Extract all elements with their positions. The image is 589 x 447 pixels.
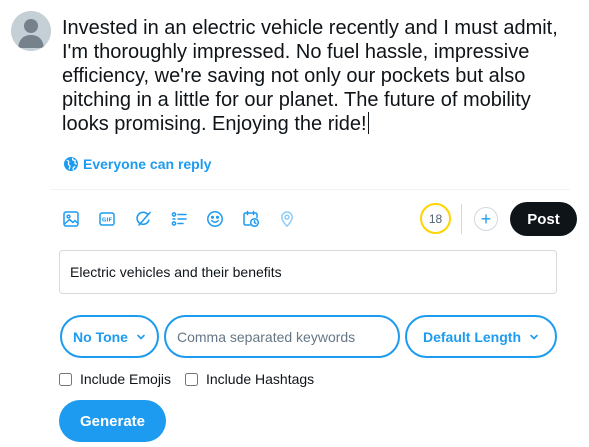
include-hashtags-option[interactable]: Include Hashtags [185,371,314,387]
gif-icon[interactable]: GIF [96,208,118,230]
tone-select[interactable]: No Tone [60,315,159,358]
tone-select-label: No Tone [73,328,128,345]
length-select[interactable]: Default Length [405,315,557,358]
post-button[interactable]: Post [510,202,577,236]
include-hashtags-label: Include Hashtags [206,371,315,387]
keywords-input[interactable] [164,315,400,358]
include-hashtags-checkbox[interactable] [185,372,198,386]
chevron-down-icon [530,334,538,339]
reply-setting-label: Everyone can reply [83,156,212,172]
grok-icon[interactable] [132,208,154,230]
include-emojis-option[interactable]: Include Emojis [59,371,171,387]
globe-icon [64,157,78,171]
add-post-button[interactable]: + [474,207,498,231]
include-emojis-checkbox[interactable] [59,372,72,386]
character-counter: 18 [420,203,451,234]
toolbar-separator [461,204,462,234]
default-avatar-icon [11,11,51,51]
poll-icon[interactable] [168,208,190,230]
compose-textarea[interactable]: Invested in an electric vehicle recently… [62,16,582,136]
compose-divider [50,189,570,190]
emoji-icon[interactable] [204,208,226,230]
location-icon[interactable] [276,208,298,230]
schedule-icon[interactable] [240,208,262,230]
chevron-down-icon [137,334,145,339]
svg-text:GIF: GIF [102,218,113,224]
plus-icon: + [480,209,492,229]
avatar[interactable] [11,11,51,51]
reply-setting-button[interactable]: Everyone can reply [64,156,211,172]
compose-text-content: Invested in an electric vehicle recently… [62,17,558,135]
image-icon[interactable] [60,208,82,230]
include-emojis-label: Include Emojis [80,371,172,387]
topic-input[interactable] [59,250,557,294]
generate-button[interactable]: Generate [59,400,166,442]
text-caret [367,112,369,134]
length-select-label: Default Length [423,328,521,345]
